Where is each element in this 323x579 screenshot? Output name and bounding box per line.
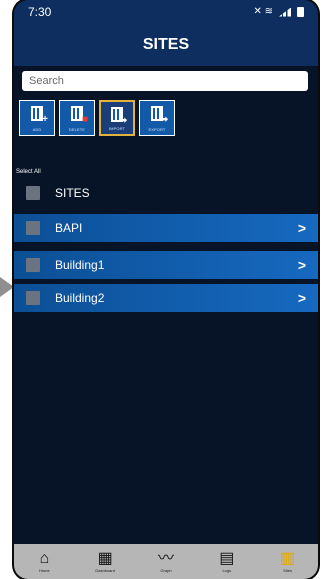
chevron-right-icon[interactable]: > [298,220,306,236]
nav-logs[interactable]: ▤ Logs [202,550,252,573]
import-button[interactable]: ➡ IMPORT [99,100,135,136]
building-icon: ▥ [280,550,296,567]
nav-sites-label: Sites [283,568,293,573]
status-icons: ✕ ≋ [253,7,304,17]
nav-dashboard[interactable]: ▦ Dashboard [80,550,130,573]
site-toolbar: + ADD ■ DELETE ➡ IMPORT ➡ EXPORT [19,100,175,136]
nav-dashboard-label: Dashboard [95,568,115,573]
item-checkbox[interactable] [26,291,40,305]
grid-icon: ▦ [97,550,113,567]
chevron-right-icon[interactable]: > [298,257,306,273]
home-icon: ⌂ [39,550,50,567]
list-item[interactable]: BAPI > [14,214,318,242]
export-button-label: EXPORT [148,127,166,132]
select-all-label[interactable]: Select All [16,169,41,175]
wifi-icon: ✕ ≋ [253,6,273,17]
list-item-label: Building2 [55,291,105,305]
import-button-label: IMPORT [108,126,126,131]
bottom-navigation: ⌂ Home ▦ Dashboard 〰 Graph ▤ Logs ▥ Site… [14,544,318,579]
page-title: SITES [14,24,318,66]
item-checkbox[interactable] [26,221,40,235]
delete-button-label: DELETE [68,127,86,132]
logs-icon: ▤ [219,550,235,567]
graph-icon: 〰 [157,550,174,567]
nav-logs-label: Logs [222,568,232,573]
list-item-label: Building1 [55,258,105,272]
status-bar: 7:30 ✕ ≋ [14,0,318,24]
export-button[interactable]: ➡ EXPORT [139,100,175,136]
delete-button[interactable]: ■ DELETE [59,100,95,136]
status-time: 7:30 [28,5,52,19]
select-all-checkbox[interactable] [26,186,40,200]
list-item[interactable]: Building1 > [14,251,318,279]
nav-graph[interactable]: 〰 Graph [141,550,191,573]
nav-home-label: Home [39,568,50,573]
add-button[interactable]: + ADD [19,100,55,136]
nav-home[interactable]: ⌂ Home [19,550,69,573]
search-input[interactable] [22,71,308,91]
battery-icon [297,7,304,17]
phone-screen: 7:30 ✕ ≋ SITES + ADD ■ DELETE ➡ IMPORT ➡… [14,0,318,579]
list-item[interactable]: Building2 > [14,284,318,312]
list-item-label: BAPI [55,221,83,235]
signal-icon [279,7,291,17]
group-label: SITES [55,186,90,200]
add-button-label: ADD [32,127,42,132]
nav-sites[interactable]: ▥ Sites [263,550,313,573]
item-checkbox[interactable] [26,258,40,272]
chevron-right-icon[interactable]: > [298,290,306,306]
group-header-row: SITES [14,179,318,207]
nav-graph-label: Graph [160,568,172,573]
pointer-arrow [0,277,14,297]
